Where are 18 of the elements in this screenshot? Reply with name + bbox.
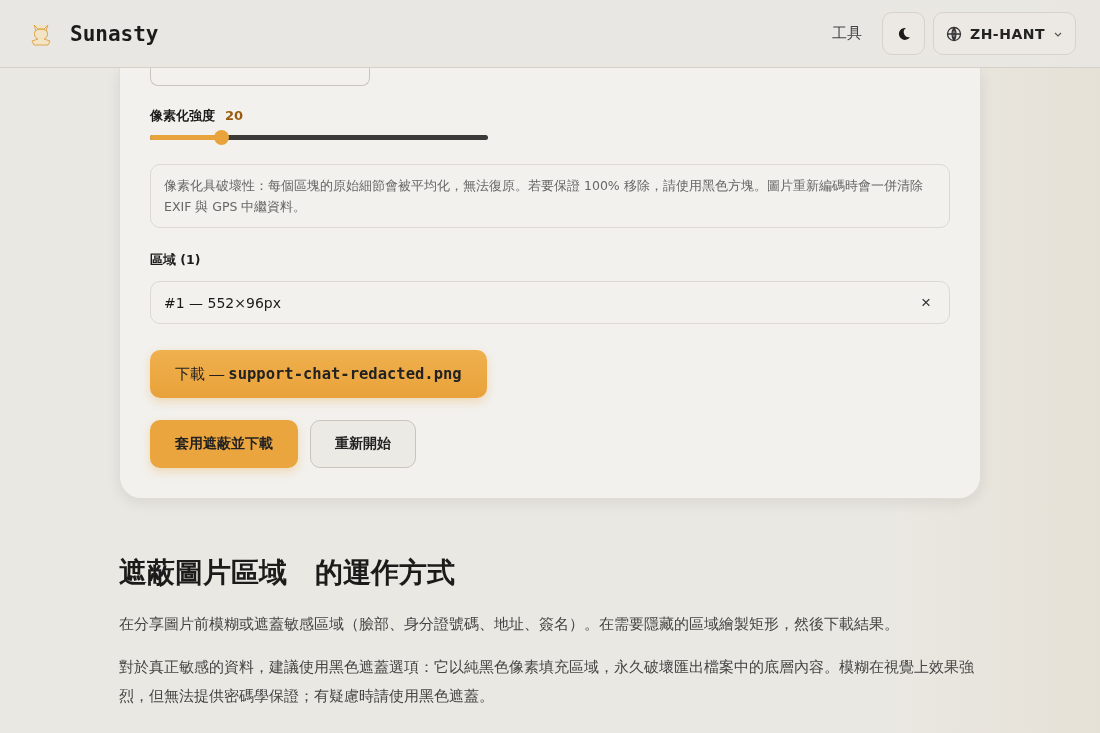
theme-toggle-button[interactable] [882,12,925,55]
paragraph: 在分享圖片前模糊或遮蓋敏感區域（臉部、身分證號碼、地址、簽名）。在需要隱藏的區域繪製矩形，然後下載結果。 [119,614,900,635]
strength-slider[interactable] [150,130,488,145]
language-button[interactable]: ZH-HANT [933,12,1076,55]
remove-button[interactable]: × [917,292,935,313]
section-title: 遮蔽圖片區域 的運作方式 [119,555,456,591]
info-note: 像素化具破壞性：每個區塊的原始細節會被平均化，無法復原。若要保證 100% 移除，請使用黑色方塊。圖片重新編碼時會一併清除 EXIF 與 GPS 中繼資料。 [150,164,950,228]
strength-label: 像素化強度 [150,108,215,125]
restart-button[interactable]: 重新開始 [310,420,416,468]
brand-name[interactable]: Sunasty [70,21,159,46]
apply-button[interactable]: 套用遮蔽並下載 [150,420,298,468]
paragraph: 對於真正敏感的資料，建議使用黑色遮蓋選項：它以純黑色像素填充區域，永久破壞匯出檔案中的底層內容。模糊在視覺上效果強烈，但無法提供密碼學保證；有疑慮時請使用黑色遮蓋。 [119,657,975,707]
download-button[interactable]: 下載 — support-chat-redacted.png [150,350,487,398]
globe-icon [946,25,962,42]
strength-value: 20 [225,108,244,123]
regions-label: 區域 (1) [150,252,202,269]
region-text: #1 — 552×96px [164,294,281,311]
tools-link[interactable]: 工具 [832,24,862,43]
